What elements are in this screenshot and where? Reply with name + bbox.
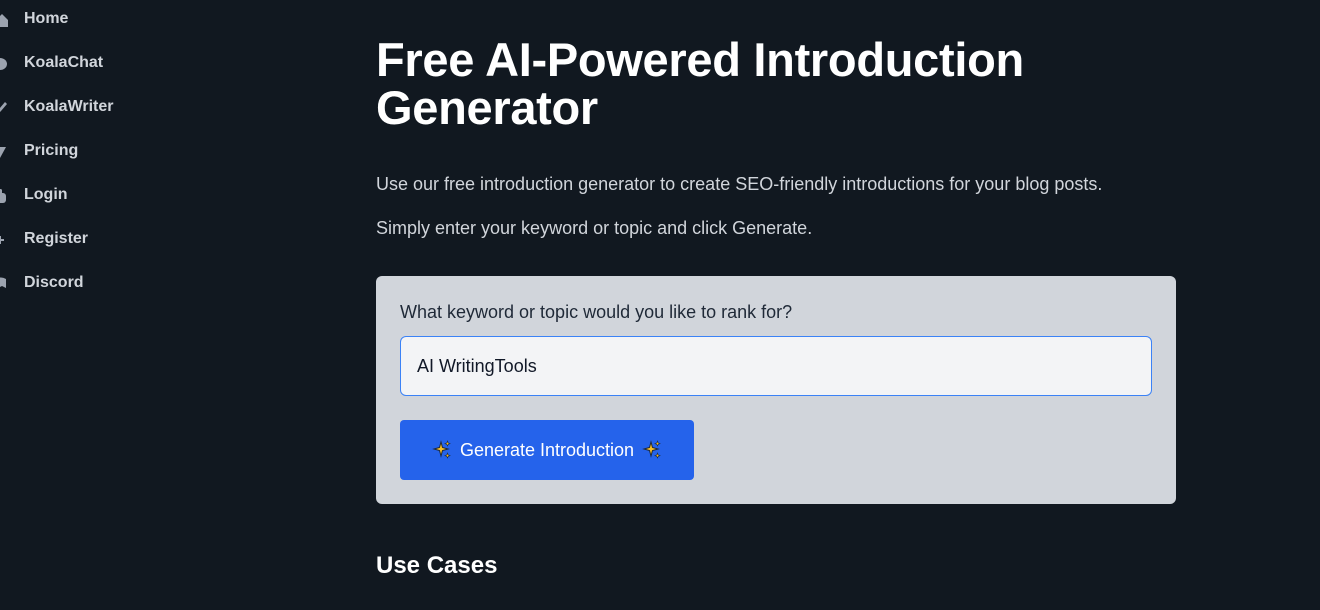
sidebar-item-label: Pricing bbox=[24, 142, 79, 159]
keyword-label: What keyword or topic would you like to … bbox=[400, 302, 793, 322]
user-plus-icon bbox=[0, 231, 8, 249]
generate-button-label: Generate Introduction bbox=[459, 439, 635, 460]
sidebar-item-label: Home bbox=[24, 10, 69, 27]
sidebar-item-label: KoalaChat bbox=[24, 54, 104, 71]
page: Home KoalaChat KoalaWriter Pricing Login bbox=[0, 0, 1320, 610]
sidebar-item-label: Login bbox=[24, 186, 68, 203]
tag-icon bbox=[0, 143, 8, 161]
sidebar: Home KoalaChat KoalaWriter Pricing Login bbox=[0, 0, 200, 610]
sparkles-icon bbox=[642, 440, 662, 460]
home-icon bbox=[0, 11, 8, 29]
sparkles-icon bbox=[432, 440, 452, 460]
discord-icon bbox=[0, 275, 8, 293]
use-cases-heading: Use Cases bbox=[376, 552, 498, 579]
page-title: Free AI-Powered Introduction Generator bbox=[376, 33, 1024, 134]
hand-icon bbox=[0, 187, 8, 205]
intro-instructions: Simply enter your keyword or topic and c… bbox=[376, 218, 813, 238]
generate-introduction-button[interactable]: Generate Introduction bbox=[400, 420, 694, 480]
chat-icon bbox=[0, 55, 8, 73]
sidebar-item-label: Register bbox=[24, 230, 89, 247]
pen-icon bbox=[0, 99, 8, 117]
keyword-input[interactable] bbox=[400, 336, 1152, 396]
sidebar-item-label: Discord bbox=[24, 274, 84, 291]
generator-card: What keyword or topic would you like to … bbox=[376, 276, 1176, 504]
sidebar-item-label: KoalaWriter bbox=[24, 98, 114, 115]
intro-description: Use our free introduction generator to c… bbox=[376, 174, 1103, 194]
